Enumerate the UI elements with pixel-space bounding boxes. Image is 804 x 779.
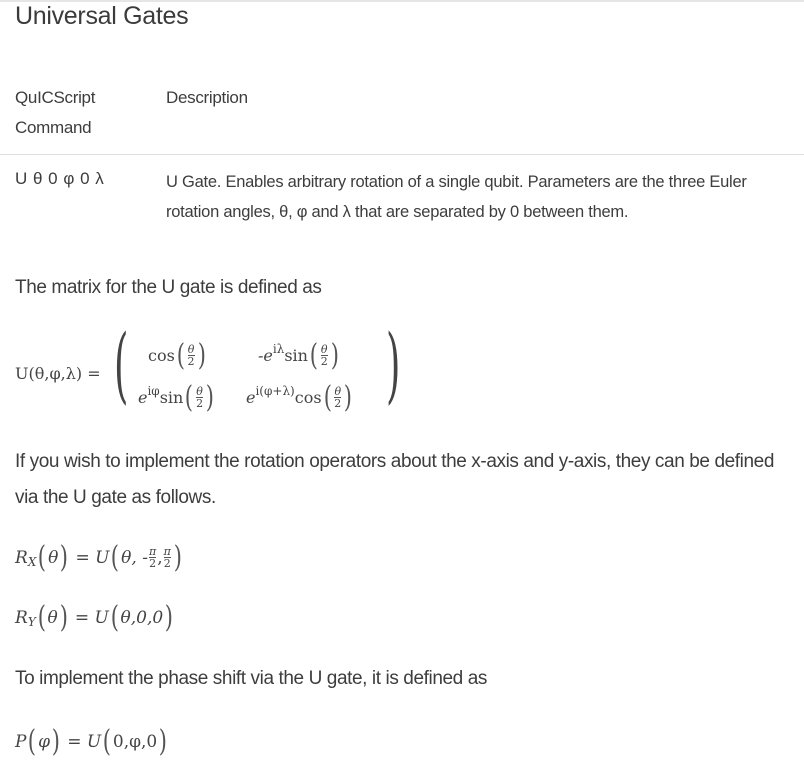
rx-eq: = U bbox=[75, 547, 110, 568]
rx-sub: X bbox=[27, 554, 37, 569]
frac-den: 2 bbox=[334, 397, 342, 410]
fraction: θ2 bbox=[320, 343, 328, 368]
matrix-intro: The matrix for the U gate is defined as bbox=[15, 277, 322, 298]
rx-name: R bbox=[15, 547, 28, 568]
cell-func: cos bbox=[148, 346, 175, 365]
open-paren: ( bbox=[176, 338, 185, 373]
cell-prefix: e bbox=[246, 388, 256, 407]
phase-intro: To implement the phase shift via the U g… bbox=[15, 668, 487, 689]
close-paren: ) bbox=[173, 540, 182, 575]
cell-sup: iφ bbox=[147, 383, 160, 398]
cell-sup: i(φ+λ) bbox=[255, 383, 295, 398]
close-paren: ) bbox=[164, 600, 174, 635]
open-paren: ( bbox=[37, 600, 46, 635]
fraction: π2 bbox=[148, 545, 157, 570]
fraction: θ2 bbox=[187, 343, 195, 368]
frac-den: 2 bbox=[196, 397, 204, 410]
matrix-cell-12: -e iλ sin ( θ2 ) bbox=[258, 338, 340, 373]
ry-arg: θ bbox=[47, 607, 58, 628]
frac-den: 2 bbox=[163, 557, 171, 570]
close-paren: ) bbox=[60, 540, 69, 575]
cell-sup: iλ bbox=[272, 341, 285, 356]
close-paren: ) bbox=[59, 600, 68, 635]
frac-den: 2 bbox=[320, 355, 328, 368]
description-cell: U Gate. Enables arbitrary rotation of a … bbox=[166, 173, 747, 221]
p-arg: φ bbox=[38, 731, 51, 752]
ry-params: θ,0,0 bbox=[120, 607, 164, 628]
close-paren: ) bbox=[197, 338, 206, 373]
matrix-cell-22: e i(φ+λ) cos ( θ2 ) bbox=[246, 380, 354, 415]
open-paren: ( bbox=[323, 380, 332, 415]
right-paren: ) bbox=[386, 318, 401, 413]
frac-num: π bbox=[148, 545, 157, 558]
ry-eq: = U bbox=[74, 607, 109, 628]
rx-sep: , bbox=[157, 547, 163, 568]
matrix-cell-21: e iφ sin ( θ2 ) bbox=[138, 380, 216, 415]
header-description: Description bbox=[166, 88, 248, 107]
left-paren: ( bbox=[114, 318, 129, 413]
matrix-cell-11: cos ( θ2 ) bbox=[148, 338, 207, 373]
rx-equation: RX (θ) = U ( θ, - π2, π2 ) bbox=[15, 540, 184, 575]
frac-num: θ bbox=[334, 385, 342, 398]
p-equation: P (φ) = U (0,φ,0) bbox=[15, 724, 169, 759]
ry-sub: Y bbox=[27, 614, 36, 629]
header-command-line1: QuICScript bbox=[15, 88, 96, 107]
rotation-intro: If you wish to implement the rotation op… bbox=[15, 451, 774, 508]
cell-func: sin bbox=[159, 388, 184, 407]
close-paren: ) bbox=[51, 724, 61, 759]
rx-arg: θ bbox=[48, 547, 59, 568]
u-matrix-lhs: U(θ,φ,λ) = bbox=[15, 364, 101, 383]
ry-name: R bbox=[15, 607, 28, 628]
frac-num: θ bbox=[196, 385, 203, 398]
cell-func: cos bbox=[294, 388, 322, 407]
open-paren: ( bbox=[28, 724, 37, 759]
p-eq: = U bbox=[67, 731, 102, 752]
open-paren: ( bbox=[309, 338, 318, 373]
open-paren: ( bbox=[38, 540, 47, 575]
open-paren: ( bbox=[110, 600, 119, 635]
close-paren: ) bbox=[344, 380, 353, 415]
section-title: Universal Gates bbox=[15, 2, 189, 30]
p-params: 0,φ,0 bbox=[112, 731, 158, 752]
command-cell: U θ 0 φ 0 λ bbox=[15, 169, 105, 188]
cell-func: sin bbox=[284, 346, 308, 365]
cell-prefix: -e bbox=[258, 346, 273, 365]
close-paren: ) bbox=[205, 380, 215, 415]
open-paren: ( bbox=[185, 380, 194, 415]
close-paren: ) bbox=[330, 338, 339, 373]
open-paren: ( bbox=[102, 724, 112, 759]
header-command-line2: Command bbox=[15, 118, 92, 137]
fraction: π2 bbox=[163, 545, 171, 570]
open-paren: ( bbox=[111, 540, 120, 575]
frac-den: 2 bbox=[187, 355, 195, 368]
cell-prefix: e bbox=[138, 388, 148, 407]
ry-equation: RY (θ) = U (θ,0,0) bbox=[15, 600, 175, 635]
p-name: P bbox=[15, 731, 27, 752]
frac-num: π bbox=[163, 545, 171, 558]
frac-den: 2 bbox=[149, 557, 157, 570]
fraction: θ2 bbox=[196, 385, 204, 410]
frac-num: θ bbox=[320, 343, 328, 356]
rx-params-start: θ, - bbox=[121, 547, 148, 568]
table-header-divider bbox=[0, 154, 804, 155]
frac-num: θ bbox=[187, 343, 195, 356]
fraction: θ2 bbox=[334, 385, 342, 410]
close-paren: ) bbox=[159, 724, 168, 759]
